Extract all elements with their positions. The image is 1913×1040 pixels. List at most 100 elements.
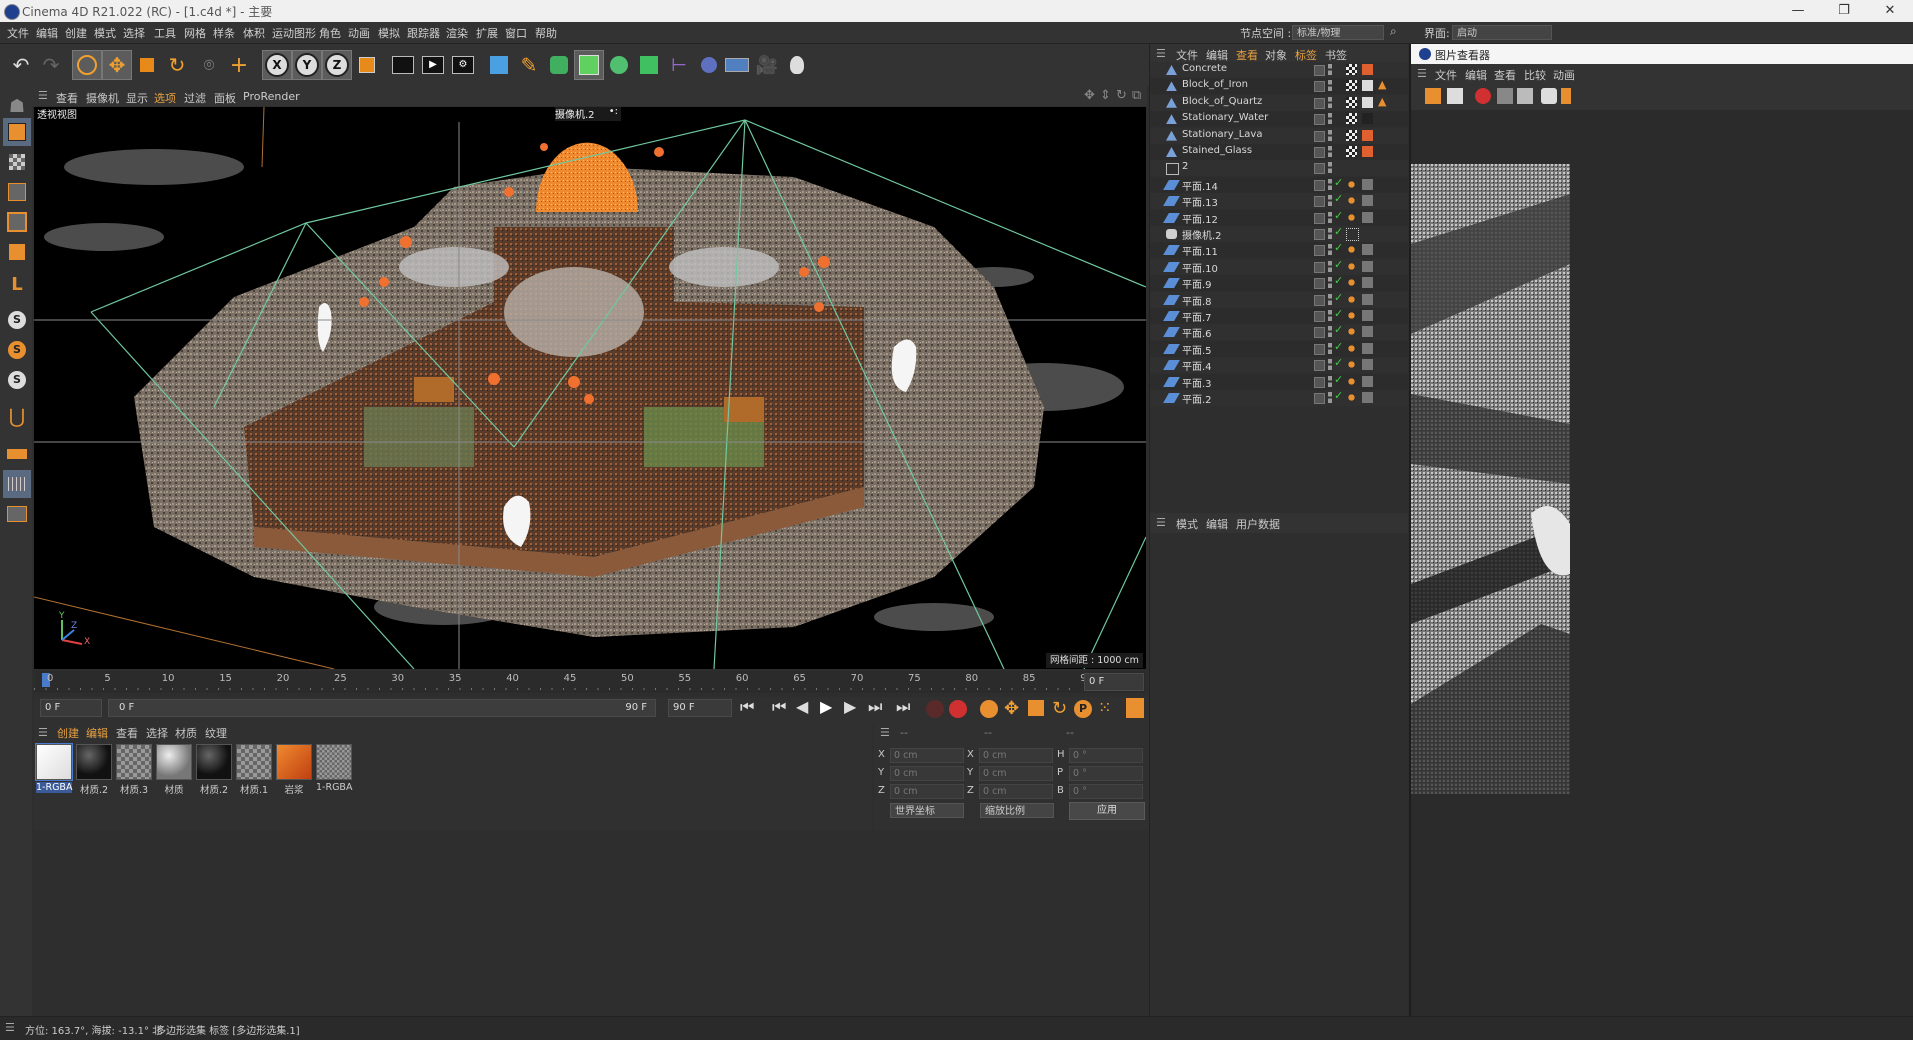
selection-tag-icon[interactable] [1346, 211, 1357, 223]
layer-icon[interactable] [1314, 343, 1325, 355]
material-menu-create[interactable]: 创建 [57, 725, 79, 741]
layer-icon[interactable] [1314, 163, 1325, 175]
layer-icon[interactable] [1314, 294, 1325, 306]
layer-icon[interactable] [1314, 130, 1325, 142]
object-row[interactable]: 摄像机.2 ✓ [1150, 225, 1408, 242]
object-row[interactable]: 平面.14 ✓ [1150, 176, 1408, 193]
object-row[interactable]: 平面.13 ✓ [1150, 192, 1408, 210]
timeline-ruler[interactable]: 051015202530354045505560657075808590 0 F [34, 671, 1146, 693]
object-row[interactable]: Concrete [1150, 62, 1408, 78]
enabled-check-icon[interactable]: ✓ [1334, 241, 1343, 254]
light-button[interactable] [782, 50, 812, 80]
visibility-dots-icon[interactable] [1328, 96, 1332, 108]
object-row[interactable]: Stationary_Lava [1150, 127, 1408, 144]
viewport[interactable]: 透视视图 摄像机.2 •: 网格间距 : 1000 cm Y Z X [34, 107, 1146, 669]
enabled-check-icon[interactable]: ✓ [1334, 323, 1343, 336]
selection-tag-icon[interactable] [1346, 293, 1357, 305]
visibility-dots-icon[interactable] [1328, 162, 1332, 174]
viewport-menu-filter[interactable]: 过滤 [184, 90, 206, 106]
menu-simulate[interactable]: 模拟 [378, 25, 400, 41]
enabled-check-icon[interactable]: ✓ [1334, 340, 1343, 353]
object-menu-object[interactable]: 对象 [1265, 47, 1287, 63]
object-menu-tag[interactable]: 标签 [1295, 47, 1317, 63]
autokey-icon[interactable] [926, 700, 944, 718]
extrude-button[interactable] [574, 50, 604, 80]
layer-icon[interactable] [1314, 327, 1325, 339]
menu-mesh[interactable]: 网格 [184, 25, 206, 41]
current-frame-field[interactable]: 0 F [1084, 673, 1144, 691]
attr-menu-edit[interactable]: 编辑 [1206, 516, 1228, 532]
material-menu-edit[interactable]: 编辑 [86, 725, 108, 741]
timeline-window-icon[interactable] [1126, 698, 1144, 718]
enabled-check-icon[interactable]: ✓ [1334, 274, 1343, 287]
object-row[interactable]: 平面.12 ✓ [1150, 209, 1408, 226]
menu-file[interactable]: 文件 [7, 25, 29, 41]
camera-selector[interactable]: 摄像机.2 •: [555, 107, 621, 121]
param-key-icon[interactable]: P [1074, 700, 1092, 718]
material-menu-material[interactable]: 材质 [175, 725, 197, 741]
material-tag-icon[interactable] [1362, 129, 1373, 141]
menu-spline[interactable]: 样条 [213, 25, 235, 41]
material-item[interactable]: 岩浆 [276, 744, 312, 796]
visibility-dots-icon[interactable] [1328, 228, 1332, 239]
material-tag-icon[interactable] [1362, 211, 1373, 223]
rotate-view-icon[interactable]: ↻ [1116, 88, 1127, 103]
material-tag-icon[interactable] [1362, 375, 1373, 387]
lock-y-button[interactable]: Y [292, 50, 322, 80]
layer-icon[interactable] [1314, 196, 1325, 208]
visibility-dots-icon[interactable] [1328, 277, 1332, 289]
layer-icon[interactable] [1314, 114, 1325, 126]
layer-icon[interactable] [1314, 311, 1325, 322]
material-tag-icon[interactable] [1362, 392, 1373, 403]
object-menu-file[interactable]: 文件 [1176, 47, 1198, 63]
select-tool-button[interactable] [72, 50, 102, 80]
render-settings-button[interactable]: ⚙ [448, 50, 478, 80]
menu-mode[interactable]: 模式 [94, 25, 116, 41]
cube-button[interactable] [484, 50, 514, 80]
play-icon[interactable]: ▶ [820, 697, 832, 716]
goto-next-key-icon[interactable]: ⏭ [868, 697, 882, 717]
pen-button[interactable]: ✎ [514, 50, 544, 80]
model-mode-button[interactable] [3, 118, 31, 146]
material-tag-icon[interactable] [1362, 342, 1373, 354]
visibility-dots-icon[interactable] [1328, 359, 1332, 371]
menu-tools[interactable]: 工具 [154, 25, 176, 41]
texture-tag-icon[interactable] [1346, 146, 1357, 157]
selection-tag-icon[interactable] [1346, 310, 1357, 321]
record-icon[interactable] [949, 700, 967, 718]
enabled-check-icon[interactable]: ✓ [1334, 225, 1343, 238]
coordinate-system-button[interactable] [352, 50, 382, 80]
coord-value-field[interactable]: 0 ° [1069, 784, 1143, 799]
floor-button[interactable] [722, 50, 752, 80]
menu-animate[interactable]: 动画 [348, 25, 370, 41]
object-menu-view[interactable]: 查看 [1236, 47, 1258, 63]
visibility-dots-icon[interactable] [1328, 80, 1332, 92]
menu-edit[interactable]: 编辑 [36, 25, 58, 41]
coord-value-field[interactable]: 0 cm [979, 766, 1053, 781]
layer-icon[interactable] [1314, 245, 1325, 257]
texture-tag-icon[interactable] [1346, 80, 1357, 92]
apply-button[interactable]: 应用 [1069, 802, 1145, 820]
visibility-dots-icon[interactable] [1328, 342, 1332, 354]
menu-extensions[interactable]: 扩展 [476, 25, 498, 41]
object-row[interactable]: 平面.6 ✓ [1150, 323, 1408, 341]
point-level-icon[interactable]: ⁙ [1098, 698, 1111, 717]
pv-save-icon[interactable] [1447, 88, 1463, 104]
move-tool-button[interactable]: ✥ [102, 50, 132, 80]
material-tag-icon[interactable] [1362, 178, 1373, 190]
selection-tag-icon[interactable] [1346, 359, 1357, 371]
layer-icon[interactable] [1314, 261, 1325, 273]
pv-history-icon[interactable] [1517, 88, 1533, 104]
goto-end-icon[interactable]: ⏭ [896, 697, 910, 717]
material-item[interactable]: 材质.2 [76, 744, 112, 796]
material-tag-icon[interactable] [1362, 244, 1373, 256]
coord-value-field[interactable]: 0 cm [979, 784, 1053, 799]
lock-x-button[interactable]: X [262, 50, 292, 80]
live-select-button[interactable]: ⌾ [194, 50, 224, 80]
render-view-button[interactable] [388, 50, 418, 80]
workplane-snap-button[interactable]: S [3, 366, 31, 394]
polygons-mode-button[interactable] [3, 238, 31, 266]
visibility-dots-icon[interactable] [1328, 293, 1332, 305]
visibility-dots-icon[interactable] [1328, 326, 1332, 338]
visibility-dots-icon[interactable] [1328, 64, 1332, 75]
